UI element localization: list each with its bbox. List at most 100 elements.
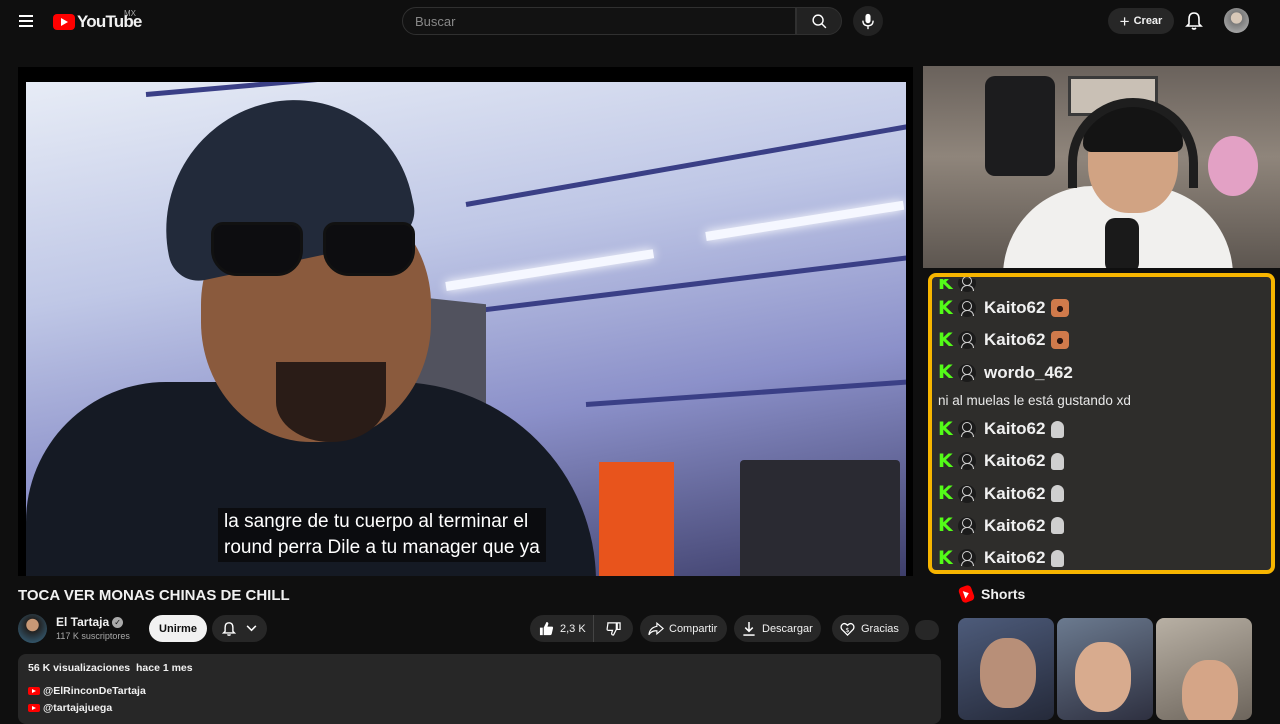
kick-icon: K	[938, 279, 953, 292]
download-label: Descargar	[762, 622, 813, 635]
download-icon	[743, 621, 755, 636]
subscription-bell-button[interactable]	[212, 615, 267, 642]
create-label: Crear	[1133, 15, 1163, 27]
ceiling-light	[705, 200, 905, 241]
search-box[interactable]	[402, 7, 796, 35]
youtube-icon	[28, 703, 40, 712]
chat-row: K	[938, 279, 1271, 292]
hanging-jacket	[985, 76, 1055, 176]
chat-username: Kaito62	[984, 330, 1046, 350]
thanks-button[interactable]: $ Gracias	[832, 615, 909, 642]
channel-link[interactable]: @ElRinconDeTartaja	[28, 682, 931, 699]
chat-username: Kaito62	[984, 419, 1046, 439]
user-icon	[958, 363, 976, 382]
chat-row: K wordo_462	[938, 357, 1271, 389]
video-player[interactable]: la sangre de tu cuerpo al terminar el ro…	[18, 67, 913, 576]
short-thumbnail[interactable]	[1057, 618, 1153, 720]
like-dislike-group: 2,3 K	[530, 615, 633, 642]
channel-name-link[interactable]: El Tartaja ✓	[56, 615, 124, 629]
voice-search-button[interactable]	[853, 6, 883, 36]
search-input[interactable]	[415, 13, 795, 29]
caption-line: round perra Dile a tu manager que ya	[224, 537, 540, 558]
create-button[interactable]: + Crear	[1108, 8, 1174, 34]
chat-row: K Kaito62	[938, 445, 1271, 477]
user-icon	[958, 279, 976, 292]
share-icon	[648, 621, 664, 635]
kick-icon: K	[938, 296, 953, 319]
download-button[interactable]: Descargar	[734, 615, 821, 642]
plus-icon: +	[1119, 11, 1130, 31]
account-avatar[interactable]	[1224, 8, 1249, 33]
menu-icon[interactable]	[16, 12, 36, 30]
person-sunglasses	[211, 222, 421, 277]
chat-username: Kaito62	[984, 451, 1046, 471]
user-icon	[958, 420, 976, 439]
user-icon	[958, 484, 976, 503]
bell-icon[interactable]	[1185, 11, 1203, 31]
dislike-button[interactable]	[594, 615, 632, 642]
short-thumbnail[interactable]	[1156, 618, 1252, 720]
join-button[interactable]: Unirme	[149, 615, 207, 642]
kick-icon: K	[938, 546, 953, 569]
ceiling-beam	[585, 378, 906, 407]
youtube-icon	[28, 686, 40, 695]
kick-icon: K	[938, 361, 953, 384]
like-button[interactable]: 2,3 K	[530, 615, 594, 642]
description-box[interactable]: 56 K visualizaciones hace 1 mes @ElRinco…	[18, 654, 941, 724]
user-icon	[958, 549, 976, 568]
short-face	[1075, 642, 1131, 712]
chevron-down-icon	[246, 625, 257, 632]
thanks-icon: $	[840, 622, 855, 636]
view-count: 56 K visualizaciones	[28, 662, 131, 674]
upload-age: hace 1 mes	[135, 662, 193, 674]
kick-icon: K	[938, 328, 953, 351]
chat-username: Kaito62	[984, 548, 1046, 568]
ceiling-beam	[465, 122, 906, 207]
subscriber-count: 117 K suscriptores	[56, 631, 130, 641]
plush-toy	[1208, 136, 1258, 196]
user-icon	[958, 299, 976, 318]
shorts-icon	[957, 584, 976, 604]
svg-text:$: $	[845, 625, 849, 633]
like-count: 2,3 K	[560, 622, 586, 635]
chat-row: K Kaito62	[938, 542, 1271, 570]
emote-icon	[1051, 331, 1070, 350]
video-meta: 56 K visualizaciones hace 1 mes	[28, 662, 931, 674]
ceiling-light	[445, 249, 655, 291]
kick-icon: K	[938, 417, 953, 440]
user-icon	[958, 452, 976, 471]
emote-icon	[1051, 452, 1065, 470]
chat-username: Kaito62	[984, 298, 1046, 318]
microphone	[1105, 218, 1139, 268]
caption-line: la sangre de tu cuerpo al terminar el	[224, 511, 529, 532]
kick-icon: K	[938, 482, 953, 505]
emote-icon	[1051, 549, 1065, 567]
search-button[interactable]	[796, 7, 842, 35]
kick-icon: K	[938, 449, 953, 472]
emote-icon	[1051, 420, 1065, 438]
youtube-logo-icon	[53, 14, 75, 30]
thanks-label: Gracias	[861, 622, 899, 635]
short-thumbnail[interactable]	[958, 618, 1054, 720]
shorts-header: Shorts	[957, 584, 1026, 604]
video-frame[interactable]: la sangre de tu cuerpo al terminar el ro…	[26, 82, 906, 576]
share-button[interactable]: Compartir	[640, 615, 727, 642]
chat-row: K Kaito62	[938, 292, 1271, 324]
masthead: YouTube MX + Crear	[0, 0, 1280, 42]
search-icon	[811, 13, 826, 28]
ceiling-beam	[145, 82, 565, 97]
person-beard	[276, 362, 386, 442]
more-actions-button[interactable]	[915, 620, 939, 640]
short-face	[1182, 660, 1238, 720]
chat-username: wordo_462	[984, 362, 1073, 382]
kick-icon: K	[938, 514, 953, 537]
chat-username: Kaito62	[984, 515, 1046, 535]
dislike-icon	[605, 622, 621, 636]
chat-row: K Kaito62	[938, 477, 1271, 509]
streamer-webcam	[923, 66, 1280, 268]
channel-avatar[interactable]	[18, 614, 47, 643]
share-label: Compartir	[669, 622, 718, 635]
bell-icon	[222, 621, 236, 636]
channel-link[interactable]: @tartajajuega	[28, 699, 931, 716]
shorts-heading: Shorts	[981, 586, 1026, 602]
